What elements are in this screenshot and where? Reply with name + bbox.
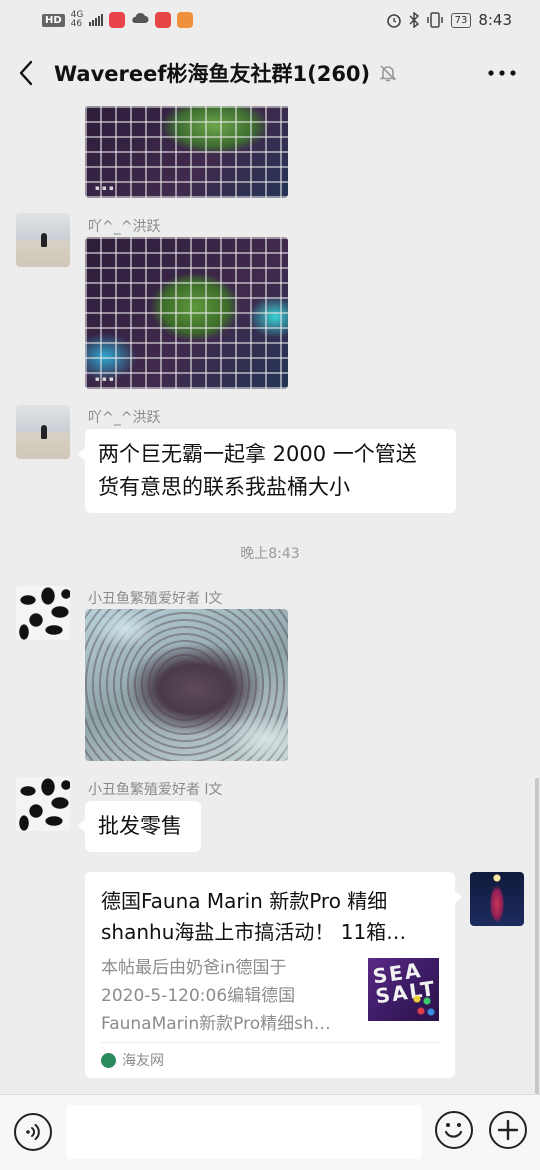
text-message-bubble[interactable]: 两个巨无霸一起拿 2000 一个管送 货有意思的联系我盐桶大小 [78, 429, 456, 513]
input-bar [0, 1094, 540, 1170]
sender-name: 小丑鱼繁殖爱好者 l文 [88, 782, 223, 798]
bluetooth-icon [409, 12, 419, 28]
app-notification-icon [109, 12, 126, 28]
voice-button[interactable] [14, 1113, 52, 1151]
avatar[interactable] [16, 405, 70, 459]
thumbnail-dots [413, 995, 435, 1017]
plus-icon [497, 1119, 519, 1141]
bell-off-icon [379, 65, 397, 82]
message-input[interactable] [66, 1105, 422, 1159]
back-button[interactable] [0, 40, 52, 106]
card-divider [101, 1042, 439, 1043]
status-bar: HD 4G 46 73 8:43 [0, 0, 540, 40]
image-message[interactable] [85, 609, 288, 761]
emoji-icon [444, 1123, 463, 1138]
image-message[interactable]: ▪ ▪ ▪ [85, 237, 288, 389]
avatar[interactable] [16, 213, 70, 267]
status-left: HD 4G 46 [42, 10, 194, 29]
sender-name: 吖^_^洪跃 [88, 219, 161, 235]
vibrate-icon [426, 12, 443, 28]
hd-badge: HD [42, 13, 65, 27]
avatar-figure [41, 233, 47, 247]
link-card-source: 海友网 [101, 1050, 164, 1070]
message-text: 批发零售 [98, 814, 182, 838]
cloud-icon [131, 11, 149, 29]
plus-button[interactable] [489, 1111, 527, 1149]
image-message[interactable]: ▪ ▪ ▪ [85, 106, 288, 198]
scrollbar[interactable] [535, 778, 539, 1094]
more-button[interactable] [464, 40, 540, 106]
voice-icon [26, 1124, 40, 1140]
more-horizontal-icon [488, 70, 516, 76]
my-avatar[interactable] [470, 872, 524, 926]
chat-title: Wavereef彬海鱼友社群1(260) [54, 62, 371, 86]
status-time: 8:43 [478, 11, 512, 29]
source-name: 海友网 [122, 1053, 164, 1069]
network-type: 4G 46 [70, 10, 84, 29]
sender-name: 小丑鱼繁殖爱好者 l文 [88, 591, 223, 607]
message-text-line: 两个巨无霸一起拿 2000 一个管送 [98, 442, 417, 466]
battery-icon: 73 [450, 12, 472, 28]
avatar[interactable] [16, 586, 70, 640]
heart-app-icon [177, 12, 194, 28]
chevron-left-icon [19, 60, 33, 86]
message-text-line: 货有意思的联系我盐桶大小 [98, 475, 350, 499]
book-app-icon [155, 12, 172, 28]
link-card-message[interactable]: 德国Fauna Marin 新款Pro 精细 shanhu海盐上市搞活动！ 11… [85, 872, 462, 1078]
photo-watermark: ▪ ▪ ▪ [95, 184, 114, 192]
photo-watermark: ▪ ▪ ▪ [95, 375, 114, 383]
link-card-description: 本帖最后由奶爸in德国于 2020-5-120:06编辑德国 FaunaMari… [101, 958, 331, 1034]
status-right: 73 8:43 [386, 11, 512, 29]
avatar-figure [41, 425, 47, 439]
avatar[interactable] [16, 777, 70, 831]
link-card-thumbnail: SEA SALT [368, 958, 439, 1021]
source-logo-icon [101, 1052, 116, 1068]
signal-icon [89, 14, 104, 26]
alarm-icon [386, 14, 401, 28]
timestamp-label: 晚上8:43 [240, 546, 300, 562]
emoji-button[interactable] [435, 1111, 473, 1149]
text-message-bubble[interactable]: 批发零售 [78, 801, 201, 852]
sender-name: 吖^_^洪跃 [88, 410, 161, 426]
link-card-title: 德国Fauna Marin 新款Pro 精细 shanhu海盐上市搞活动！ 11… [101, 889, 407, 944]
chat-header: Wavereef彬海鱼友社群1(260) [0, 40, 540, 106]
